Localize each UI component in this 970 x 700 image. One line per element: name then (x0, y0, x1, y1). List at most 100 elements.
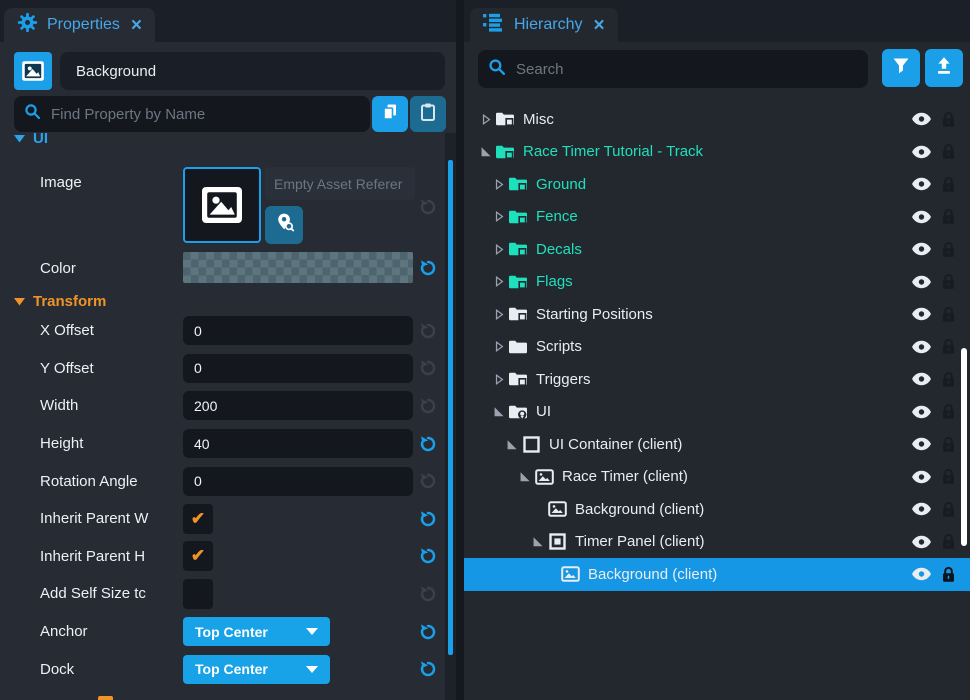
lock-icon[interactable] (941, 111, 956, 128)
tab-hierarchy[interactable]: Hierarchy × (470, 8, 618, 42)
hierarchy-search[interactable] (478, 50, 868, 88)
lock-icon[interactable] (941, 403, 956, 420)
visibility-eye-icon[interactable] (911, 112, 932, 126)
reset-color-icon[interactable] (418, 258, 438, 278)
visibility-eye-icon[interactable] (911, 372, 932, 386)
close-tab-icon[interactable]: × (131, 16, 142, 35)
lock-icon[interactable] (941, 338, 956, 355)
collapsed-arrow-icon[interactable] (491, 178, 505, 191)
tree-row[interactable]: Starting Positions (464, 298, 970, 331)
section-header-transform[interactable]: Transform (14, 293, 106, 310)
visibility-eye-icon[interactable] (911, 145, 932, 159)
paste-properties-button[interactable] (410, 96, 446, 132)
visibility-eye-icon[interactable] (911, 470, 932, 484)
upload-button[interactable] (925, 49, 963, 87)
find-property-input[interactable] (49, 105, 360, 124)
tree-row[interactable]: Triggers (464, 363, 970, 396)
object-name-field[interactable] (60, 52, 445, 90)
visibility-eye-icon[interactable] (911, 502, 932, 516)
reset-icon[interactable] (418, 396, 438, 416)
property-input[interactable]: 0 (183, 467, 413, 496)
property-dropdown[interactable]: Top Center (183, 655, 330, 684)
tree-row[interactable]: Misc (464, 103, 970, 136)
expanded-arrow-icon[interactable] (517, 470, 531, 483)
filter-button[interactable] (882, 49, 920, 87)
tree-row[interactable]: Flags (464, 266, 970, 299)
lock-icon[interactable] (941, 436, 956, 453)
visibility-eye-icon[interactable] (911, 567, 932, 581)
tree-row[interactable]: Background (client) (464, 493, 970, 526)
lock-icon[interactable] (941, 241, 956, 258)
find-property-search[interactable] (14, 96, 370, 132)
lock-icon[interactable] (941, 468, 956, 485)
visibility-eye-icon[interactable] (911, 535, 932, 549)
reset-icon[interactable] (418, 358, 438, 378)
lock-icon[interactable] (941, 533, 956, 550)
reset-icon[interactable] (418, 471, 438, 491)
hierarchy-scrollbar-thumb[interactable] (961, 348, 967, 546)
properties-scrollbar-thumb[interactable] (448, 160, 453, 655)
copy-properties-button[interactable] (372, 96, 408, 132)
lock-icon[interactable] (941, 566, 956, 583)
tree-row[interactable]: UI Container (client) (464, 428, 970, 461)
expanded-arrow-icon[interactable] (491, 405, 505, 418)
collapsed-arrow-icon[interactable] (491, 275, 505, 288)
visibility-eye-icon[interactable] (911, 242, 932, 256)
image-asset-thumbnail[interactable] (183, 167, 261, 243)
tree-row[interactable]: Decals (464, 233, 970, 266)
property-input[interactable]: 200 (183, 391, 413, 420)
tree-row[interactable]: Race Timer (client) (464, 461, 970, 494)
lock-icon[interactable] (941, 306, 956, 323)
visibility-eye-icon[interactable] (911, 275, 932, 289)
reset-icon[interactable] (418, 509, 438, 529)
lock-icon[interactable] (941, 371, 956, 388)
close-tab-icon[interactable]: × (593, 16, 604, 35)
visibility-eye-icon[interactable] (911, 210, 932, 224)
reset-icon[interactable] (418, 321, 438, 341)
expanded-arrow-icon[interactable] (504, 438, 518, 451)
color-swatch[interactable] (183, 252, 413, 283)
property-dropdown[interactable]: Top Center (183, 617, 330, 646)
reset-icon[interactable] (418, 659, 438, 679)
object-name-input[interactable] (74, 62, 431, 81)
visibility-eye-icon[interactable] (911, 437, 932, 451)
reset-icon[interactable] (418, 584, 438, 604)
visibility-eye-icon[interactable] (911, 405, 932, 419)
tree-row[interactable]: Ground (464, 168, 970, 201)
tree-row[interactable]: Background (client) (464, 558, 970, 591)
visibility-eye-icon[interactable] (911, 177, 932, 191)
tab-properties[interactable]: Properties × (4, 8, 155, 42)
collapsed-arrow-icon[interactable] (491, 210, 505, 223)
reset-icon[interactable] (418, 622, 438, 642)
reset-icon[interactable] (418, 546, 438, 566)
tree-row[interactable]: Scripts (464, 331, 970, 364)
section-header-ui[interactable]: UI (14, 130, 48, 147)
reset-icon[interactable] (418, 434, 438, 454)
property-input[interactable]: 0 (183, 316, 413, 345)
property-input[interactable]: 40 (183, 429, 413, 458)
lock-icon[interactable] (941, 143, 956, 160)
collapsed-arrow-icon[interactable] (491, 308, 505, 321)
collapsed-arrow-icon[interactable] (491, 340, 505, 353)
collapsed-arrow-icon[interactable] (491, 243, 505, 256)
collapsed-arrow-icon[interactable] (478, 113, 492, 126)
tree-row[interactable]: Race Timer Tutorial - Track (464, 136, 970, 169)
lock-icon[interactable] (941, 208, 956, 225)
tree-row[interactable]: Fence (464, 201, 970, 234)
reset-image-icon[interactable] (418, 197, 438, 217)
lock-icon[interactable] (941, 176, 956, 193)
expanded-arrow-icon[interactable] (530, 535, 544, 548)
property-checkbox[interactable]: ✔ (183, 541, 213, 571)
tree-row[interactable]: UI (464, 396, 970, 429)
tree-row[interactable]: Timer Panel (client) (464, 526, 970, 559)
find-asset-button[interactable] (265, 206, 303, 244)
lock-icon[interactable] (941, 501, 956, 518)
property-input[interactable]: 0 (183, 354, 413, 383)
hierarchy-search-input[interactable] (514, 60, 858, 79)
visibility-eye-icon[interactable] (911, 340, 932, 354)
property-checkbox[interactable]: ✔ (183, 504, 213, 534)
visibility-eye-icon[interactable] (911, 307, 932, 321)
collapsed-arrow-icon[interactable] (491, 373, 505, 386)
lock-icon[interactable] (941, 273, 956, 290)
property-checkbox[interactable] (183, 579, 213, 609)
